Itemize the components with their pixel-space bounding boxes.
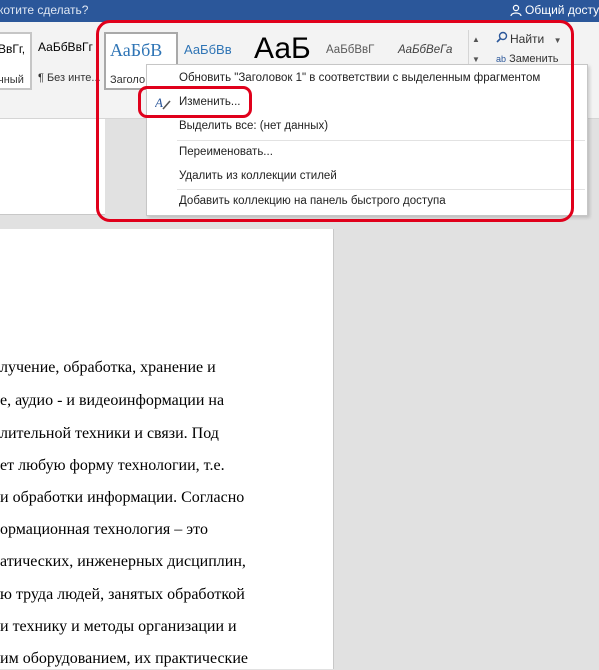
doc-line: лительной техники и связи. Под xyxy=(0,425,219,442)
style-sample: АаБбВвГг xyxy=(38,40,93,54)
doc-line: ю труда людей, занятых обработкой xyxy=(0,586,245,603)
share-button[interactable]: Общий досту xyxy=(510,3,599,17)
style-tile-normal[interactable]: ВвГг, чный xyxy=(0,32,32,90)
doc-line: атических, инженерных дисциплин, xyxy=(0,553,246,570)
highlight-annotation-modify xyxy=(138,86,252,118)
document-page[interactable]: лучение, обработка, хранение и е, аудио … xyxy=(0,229,334,669)
style-name: ¶ Без инте... xyxy=(38,72,100,84)
style-tile-no-spacing[interactable]: АаБбВвГг ¶ Без инте... xyxy=(34,32,100,86)
highlight-annotation xyxy=(96,20,574,222)
share-label: Общий досту xyxy=(525,3,599,17)
doc-line: и технику и методы организации и xyxy=(0,618,237,635)
style-name: чный xyxy=(0,74,24,86)
tell-me-search[interactable]: котите сделать? xyxy=(0,3,88,17)
doc-line: ормационная технология – это xyxy=(0,521,208,538)
doc-line: и обработки информации. Согласно xyxy=(0,489,245,506)
person-icon xyxy=(510,4,522,16)
title-bar: котите сделать? Общий досту xyxy=(0,0,599,22)
doc-line: лучение, обработка, хранение и xyxy=(0,359,216,376)
doc-line: е, аудио - и видеоинформации на xyxy=(0,392,225,409)
doc-line: ет любую форму технологии, т.е. xyxy=(0,457,225,474)
style-sample: ВвГг, xyxy=(0,42,26,56)
document-page-top xyxy=(0,119,105,215)
doc-line: им оборудованием, их практические xyxy=(0,650,248,667)
